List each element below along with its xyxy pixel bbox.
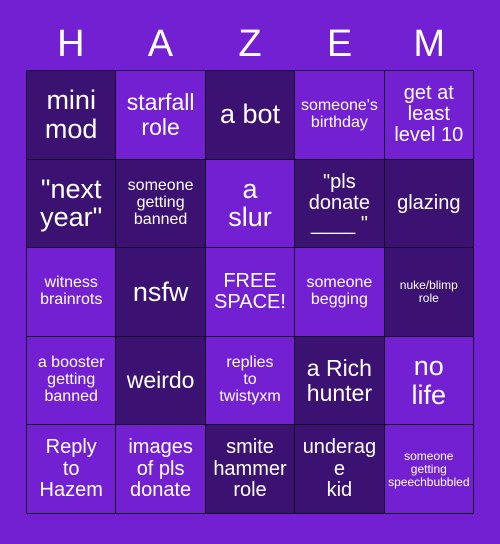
bingo-cell-r2c5[interactable]: glazing [384, 159, 473, 248]
bingo-cell-label: "pls donate ____ " [308, 170, 370, 235]
bingo-cell-label: glazing [397, 191, 461, 214]
bingo-cell-label: witness brainrots [40, 274, 103, 308]
bingo-cell-label: FREE SPACE! [214, 269, 286, 313]
bingo-cell-r3c2[interactable]: nsfw [116, 248, 205, 336]
bingo-cell-r3c3[interactable]: FREE SPACE! [205, 248, 295, 336]
bingo-cell-r1c1[interactable]: mini mod [27, 71, 116, 159]
bingo-cell-r1c2[interactable]: starfall role [116, 71, 205, 159]
bingo-cell-label: weirdo [126, 367, 195, 394]
bingo-cell-label: smite hammer role [213, 436, 287, 501]
bingo-cell-label: someone getting speechbubbled [388, 449, 470, 489]
bingo-cell-r2c1[interactable]: "next year" [27, 159, 116, 248]
bingo-cell-r5c2[interactable]: images of pls donate [116, 425, 205, 513]
bingo-cell-r5c3[interactable]: smite hammer role [205, 425, 295, 513]
bingo-cell-r1c4[interactable]: someone's birthday [295, 71, 384, 159]
bingo-header-letter-5: M [413, 23, 445, 65]
bingo-cell-label: underage kid [302, 436, 377, 501]
bingo-cell-label: no life [411, 350, 447, 410]
bingo-cell-label: starfall role [126, 89, 195, 140]
bingo-grid: mini mod starfall role a bot someone's birt… [26, 70, 474, 514]
bingo-header-letter-3: Z [238, 23, 262, 65]
bingo-cell-r4c1[interactable]: a booster getting banned [27, 336, 116, 425]
bingo-cell-r2c3[interactable]: a slur [205, 159, 295, 248]
bingo-cell-label: nsfw [132, 276, 189, 307]
bingo-cell-label: mini mod [44, 85, 98, 144]
bingo-cell-label: a booster getting banned [37, 354, 105, 406]
bingo-cell-r2c4[interactable]: "pls donate ____ " [295, 159, 384, 248]
bingo-cell-r1c3[interactable]: a bot [205, 71, 295, 159]
bingo-header-letter-2: A [147, 23, 174, 65]
bingo-cell-r3c4[interactable]: someone begging [295, 248, 384, 336]
bingo-header: HAZEM [26, 18, 474, 70]
bingo-cell-label: images of pls donate [128, 436, 193, 501]
bingo-cell-r4c4[interactable]: a Rich hunter [295, 336, 384, 425]
bingo-cell-label: a bot [219, 99, 281, 130]
bingo-cell-label: a Rich hunter [306, 355, 372, 406]
bingo-cell-label: replies to twistyxm [219, 354, 281, 406]
bingo-cell-label: someone's birthday [300, 96, 378, 131]
bingo-cell-r5c4[interactable]: underage kid [295, 425, 384, 513]
bingo-cell-r1c5[interactable]: get at least level 10 [384, 71, 473, 159]
bingo-card: H A Z E M mini mod starfall role a bot someone'… [0, 0, 500, 544]
bingo-cell-label: "next year" [40, 173, 103, 233]
bingo-cell-label: someone getting banned [127, 176, 194, 228]
bingo-cell-r5c1[interactable]: Reply to Hazem [27, 425, 116, 513]
bingo-cell-r4c5[interactable]: no life [384, 336, 473, 425]
bingo-cell-r3c1[interactable]: witness brainrots [27, 248, 116, 336]
bingo-cell-label: someone begging [306, 274, 373, 308]
bingo-header-letter-1: H [57, 23, 85, 65]
bingo-header-letter-4: E [326, 23, 353, 65]
bingo-cell-label: a slur [228, 173, 272, 233]
bingo-cell-r4c3[interactable]: replies to twistyxm [205, 336, 295, 425]
bingo-cell-r2c2[interactable]: someone getting banned [116, 159, 205, 248]
bingo-cell-label: Reply to Hazem [39, 436, 103, 501]
bingo-cell-r3c5[interactable]: nuke/blimp role [384, 248, 473, 336]
bingo-cell-r4c2[interactable]: weirdo [116, 336, 205, 425]
bingo-cell-label: nuke/blimp role [399, 278, 458, 305]
bingo-cell-label: get at least level 10 [394, 82, 464, 147]
bingo-cell-r5c5[interactable]: someone getting speechbubbled [384, 425, 473, 513]
